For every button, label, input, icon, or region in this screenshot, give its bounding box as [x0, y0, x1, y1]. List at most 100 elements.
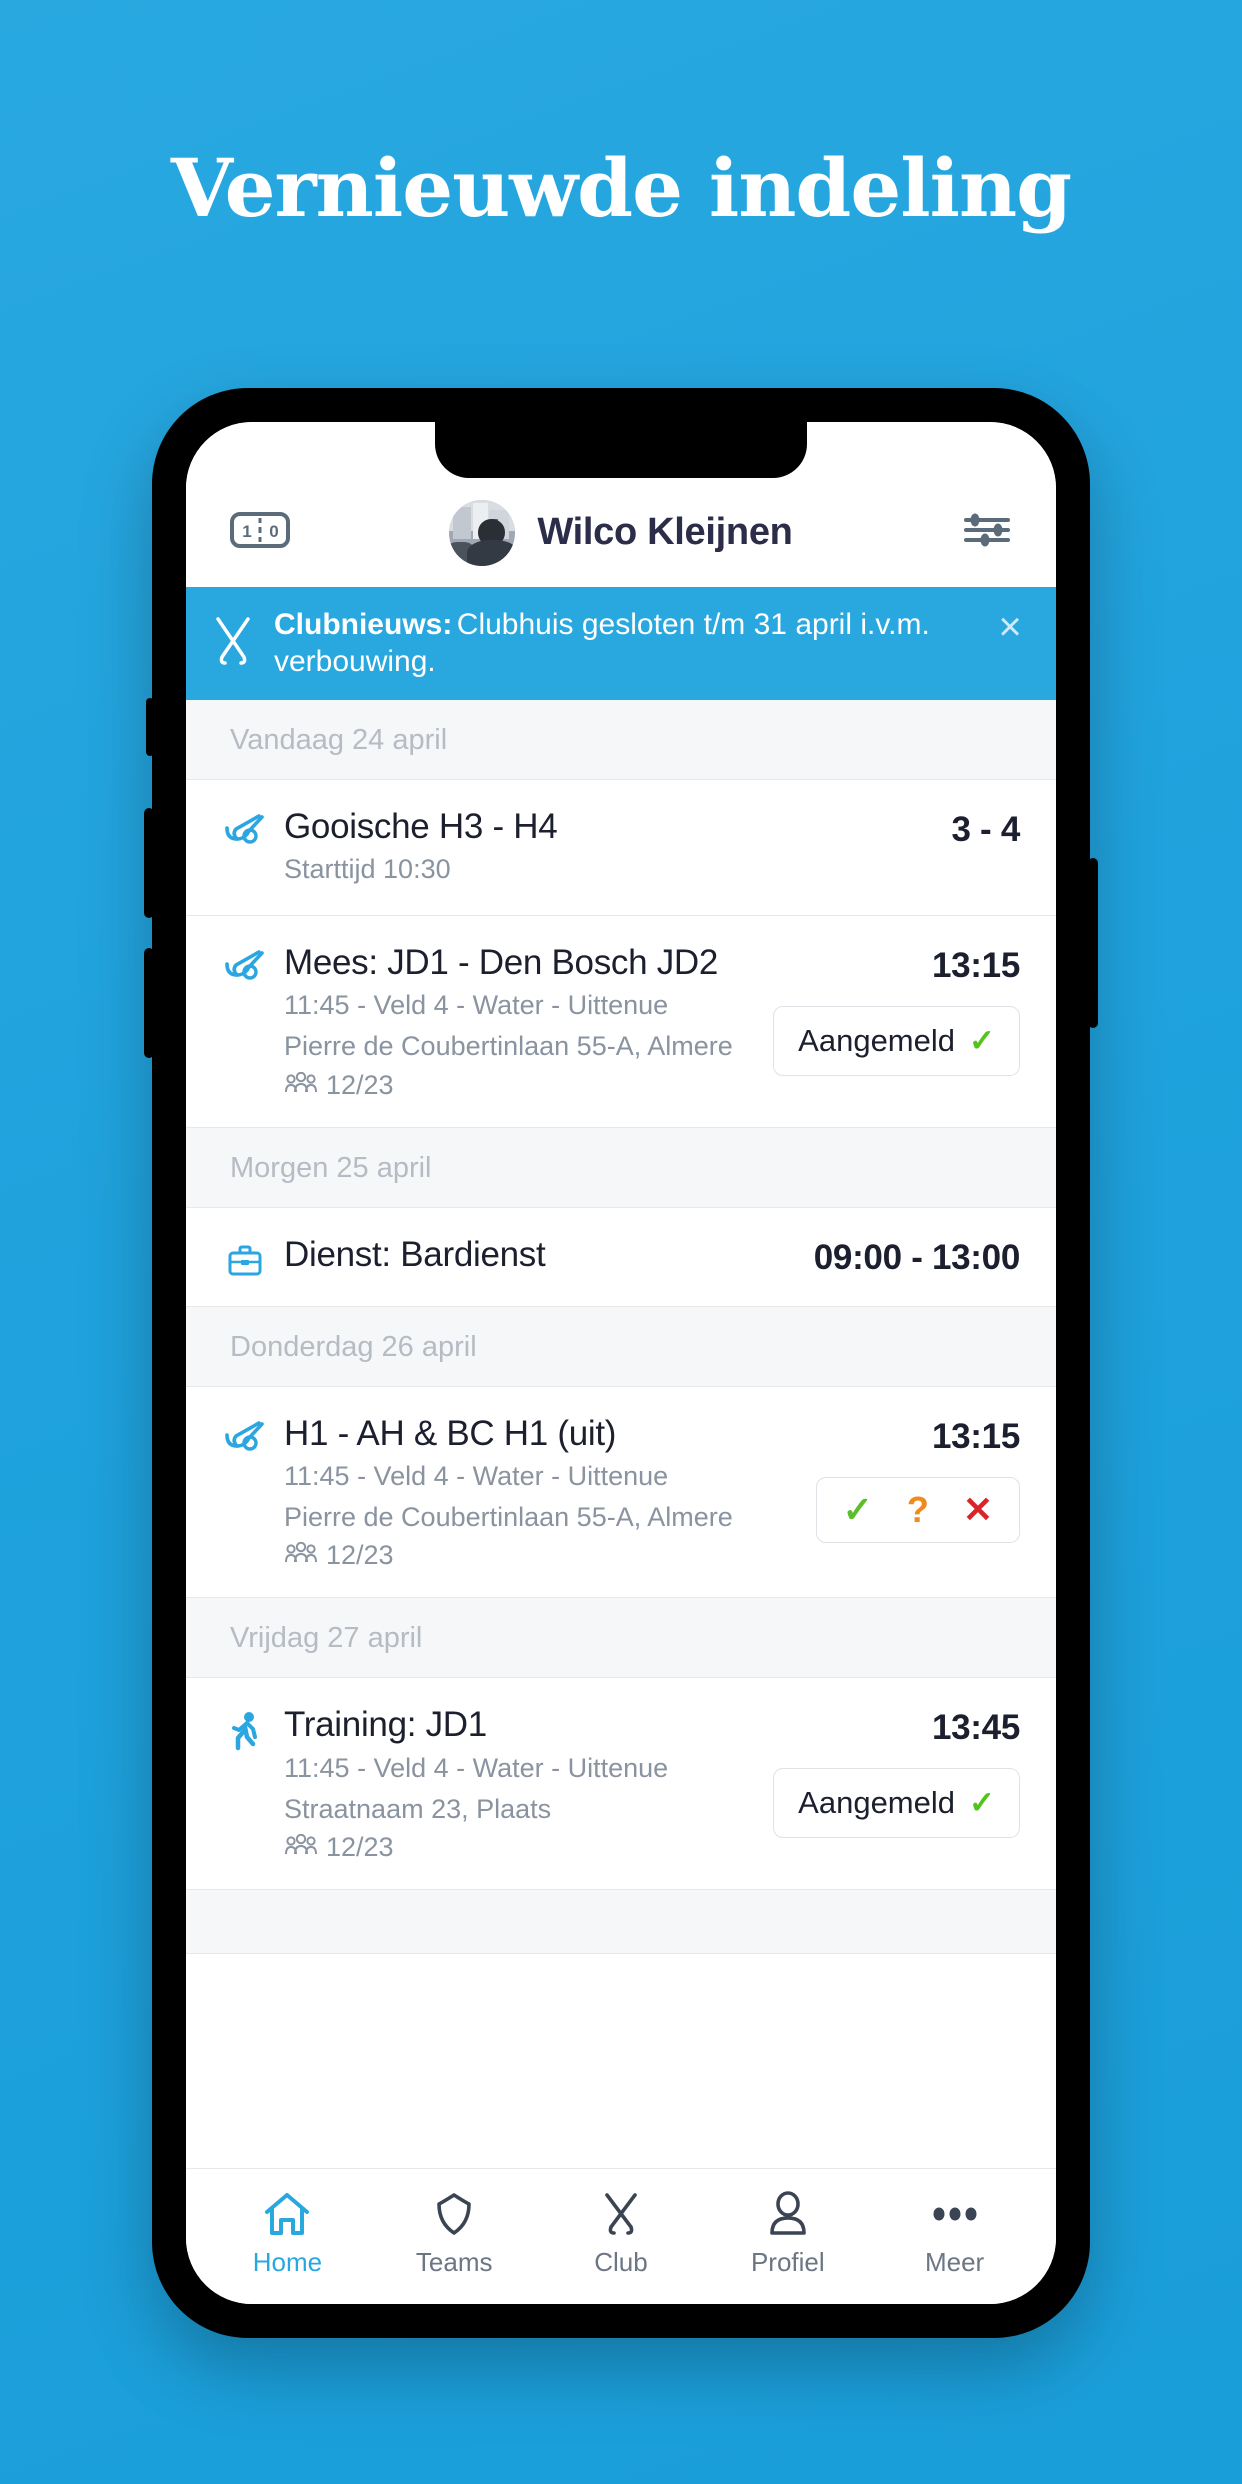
phone-screen: 1 0 Wilco Kleijnen Clubnieuws: Clubhuis … [186, 422, 1056, 2304]
header-user[interactable]: Wilco Kleijnen [350, 499, 892, 566]
event-location: Straatnaam 23, Plaats [284, 1793, 552, 1824]
nav-label: Home [252, 2247, 323, 2277]
registration-status-button[interactable]: Aangemeld ✓ [773, 1768, 1020, 1839]
event-details: Gooische H3 - H4 Starttijd 10:30 [284, 806, 935, 889]
user-name: Wilco Kleijnen [537, 511, 793, 553]
event-title: Gooische H3 - H4 [284, 807, 558, 847]
hockey-sticks-icon [222, 806, 268, 852]
event-time: 09:00 - 13:00 [813, 1237, 1021, 1277]
day-header: Morgen 25 april [186, 1127, 1056, 1208]
event-location: Pierre de Coubertinlaan 55-A, Almere [284, 1031, 733, 1062]
event-attendance: 12/23 [284, 1540, 800, 1571]
registration-status-button[interactable]: Aangemeld ✓ [773, 1005, 1020, 1076]
nav-item-home[interactable]: Home [204, 2189, 371, 2278]
event-row[interactable]: H1 - AH & BC H1 (uit) 11:45 - Veld 4 - W… [186, 1386, 1056, 1599]
registration-label: Aangemeld [798, 1785, 956, 1821]
check-icon: ✓ [969, 1785, 995, 1821]
header-left-slot: 1 0 [230, 510, 350, 555]
hockey-sticks-icon [222, 1413, 268, 1459]
event-row[interactable]: Gooische H3 - H4 Starttijd 10:30 3 - 4 [186, 780, 1056, 916]
people-icon [284, 1070, 318, 1101]
sliders-icon[interactable] [962, 508, 1012, 557]
check-icon: ✓ [969, 1022, 995, 1058]
svg-text:1: 1 [242, 522, 251, 541]
nav-item-teams[interactable]: Teams [371, 2189, 538, 2278]
event-title: Training: JD1 [284, 1705, 487, 1745]
event-subtitle: 11:45 - Veld 4 - Water - Uittenue [284, 990, 669, 1021]
event-right: 13:45 Aangemeld ✓ [773, 1704, 1020, 1839]
event-time: 13:15 [931, 945, 1020, 985]
event-row[interactable]: Training: JD1 11:45 - Veld 4 - Water - U… [186, 1678, 1056, 1891]
event-attendance: 12/23 [284, 1832, 757, 1863]
nav-label: Teams [415, 2247, 493, 2277]
event-details: Training: JD1 11:45 - Veld 4 - Water - U… [284, 1704, 757, 1863]
attendance-count: 12/23 [326, 1832, 394, 1863]
shield-icon [432, 2189, 476, 2239]
accept-button[interactable]: ✓ [843, 1491, 873, 1528]
club-news-text: Clubnieuws: Clubhuis gesloten t/m 31 apr… [274, 607, 972, 680]
nav-item-meer[interactable]: Meer [871, 2189, 1038, 2278]
club-news-title: Clubnieuws: [274, 608, 453, 641]
event-details: Mees: JD1 - Den Bosch JD2 11:45 - Veld 4… [284, 942, 757, 1101]
event-title: H1 - AH & BC H1 (uit) [284, 1413, 617, 1453]
event-title: Dienst: Bardienst [284, 1234, 546, 1274]
decline-button[interactable]: ✕ [963, 1491, 993, 1528]
svg-text:0: 0 [269, 522, 278, 541]
nav-item-club[interactable]: Club [538, 2189, 705, 2278]
crossed-sticks-icon [599, 2189, 643, 2239]
event-time: 13:45 [931, 1708, 1020, 1748]
event-location: Pierre de Coubertinlaan 55-A, Almere [284, 1502, 733, 1533]
event-subtitle: Starttijd 10:30 [284, 854, 451, 885]
close-icon[interactable]: × [990, 607, 1030, 647]
event-subtitle: 11:45 - Veld 4 - Water - Uittenue [284, 1460, 669, 1491]
attendance-count: 12/23 [326, 1069, 394, 1100]
nav-label: Club [594, 2247, 648, 2277]
page-title: Vernieuwde indeling [170, 141, 1072, 235]
event-row[interactable]: Mees: JD1 - Den Bosch JD2 11:45 - Veld 4… [186, 915, 1056, 1128]
ellipsis-icon [929, 2189, 981, 2239]
event-title: Mees: JD1 - Den Bosch JD2 [284, 942, 719, 982]
phone-frame: 1 0 Wilco Kleijnen Clubnieuws: Clubhuis … [144, 388, 1098, 2338]
attendance-count: 12/23 [326, 1540, 394, 1571]
phone-volume-up [144, 808, 154, 918]
maybe-button[interactable]: ? [907, 1491, 929, 1528]
event-attendance: 12/23 [284, 1070, 757, 1101]
home-icon [263, 2189, 311, 2239]
nav-item-profiel[interactable]: Profiel [704, 2189, 871, 2278]
nav-label: Profiel [750, 2247, 825, 2277]
avatar[interactable] [449, 499, 516, 566]
briefcase-icon [222, 1234, 268, 1280]
hockey-sticks-icon [222, 942, 268, 988]
event-time: 13:15 [931, 1416, 1020, 1456]
event-row[interactable]: Dienst: Bardienst 09:00 - 13:00 [186, 1207, 1056, 1307]
event-subtitle: 11:45 - Veld 4 - Water - Uittenue [284, 1752, 669, 1783]
registration-label: Aangemeld [798, 1022, 956, 1058]
event-details: H1 - AH & BC H1 (uit) 11:45 - Veld 4 - W… [284, 1413, 800, 1572]
availability-choice-group[interactable]: ✓ ? ✕ [815, 1476, 1020, 1543]
phone-power-button [1088, 858, 1098, 1028]
day-header: Vrijdag 27 april [186, 1598, 1056, 1679]
event-right: 13:15 ✓ ? ✕ [815, 1413, 1020, 1543]
event-details: Dienst: Bardienst [284, 1234, 798, 1275]
phone-volume-down [144, 948, 154, 1058]
crossed-sticks-icon [210, 613, 256, 674]
schedule-list[interactable]: Clubnieuws: Clubhuis gesloten t/m 31 apr… [186, 587, 1056, 2168]
club-news-banner[interactable]: Clubnieuws: Clubhuis gesloten t/m 31 apr… [186, 587, 1056, 701]
bottom-navigation: Home Teams Club Profiel Meer [186, 2168, 1056, 2304]
scoreboard-icon[interactable]: 1 0 [230, 510, 290, 555]
list-end-spacer [186, 1890, 1056, 1955]
event-right: 3 - 4 [951, 806, 1020, 850]
people-icon [284, 1540, 318, 1571]
running-icon [222, 1704, 268, 1754]
event-right: 09:00 - 13:00 [813, 1234, 1021, 1278]
day-header: Vandaag 24 april [186, 700, 1056, 781]
person-icon [766, 2189, 810, 2239]
people-icon [284, 1832, 318, 1863]
header-right-slot [892, 508, 1012, 557]
event-right: 13:15 Aangemeld ✓ [773, 942, 1020, 1076]
event-score: 3 - 4 [951, 810, 1020, 850]
nav-label: Meer [924, 2247, 985, 2277]
phone-notch [435, 422, 807, 478]
phone-mute-switch [146, 698, 154, 756]
day-header: Donderdag 26 april [186, 1306, 1056, 1387]
